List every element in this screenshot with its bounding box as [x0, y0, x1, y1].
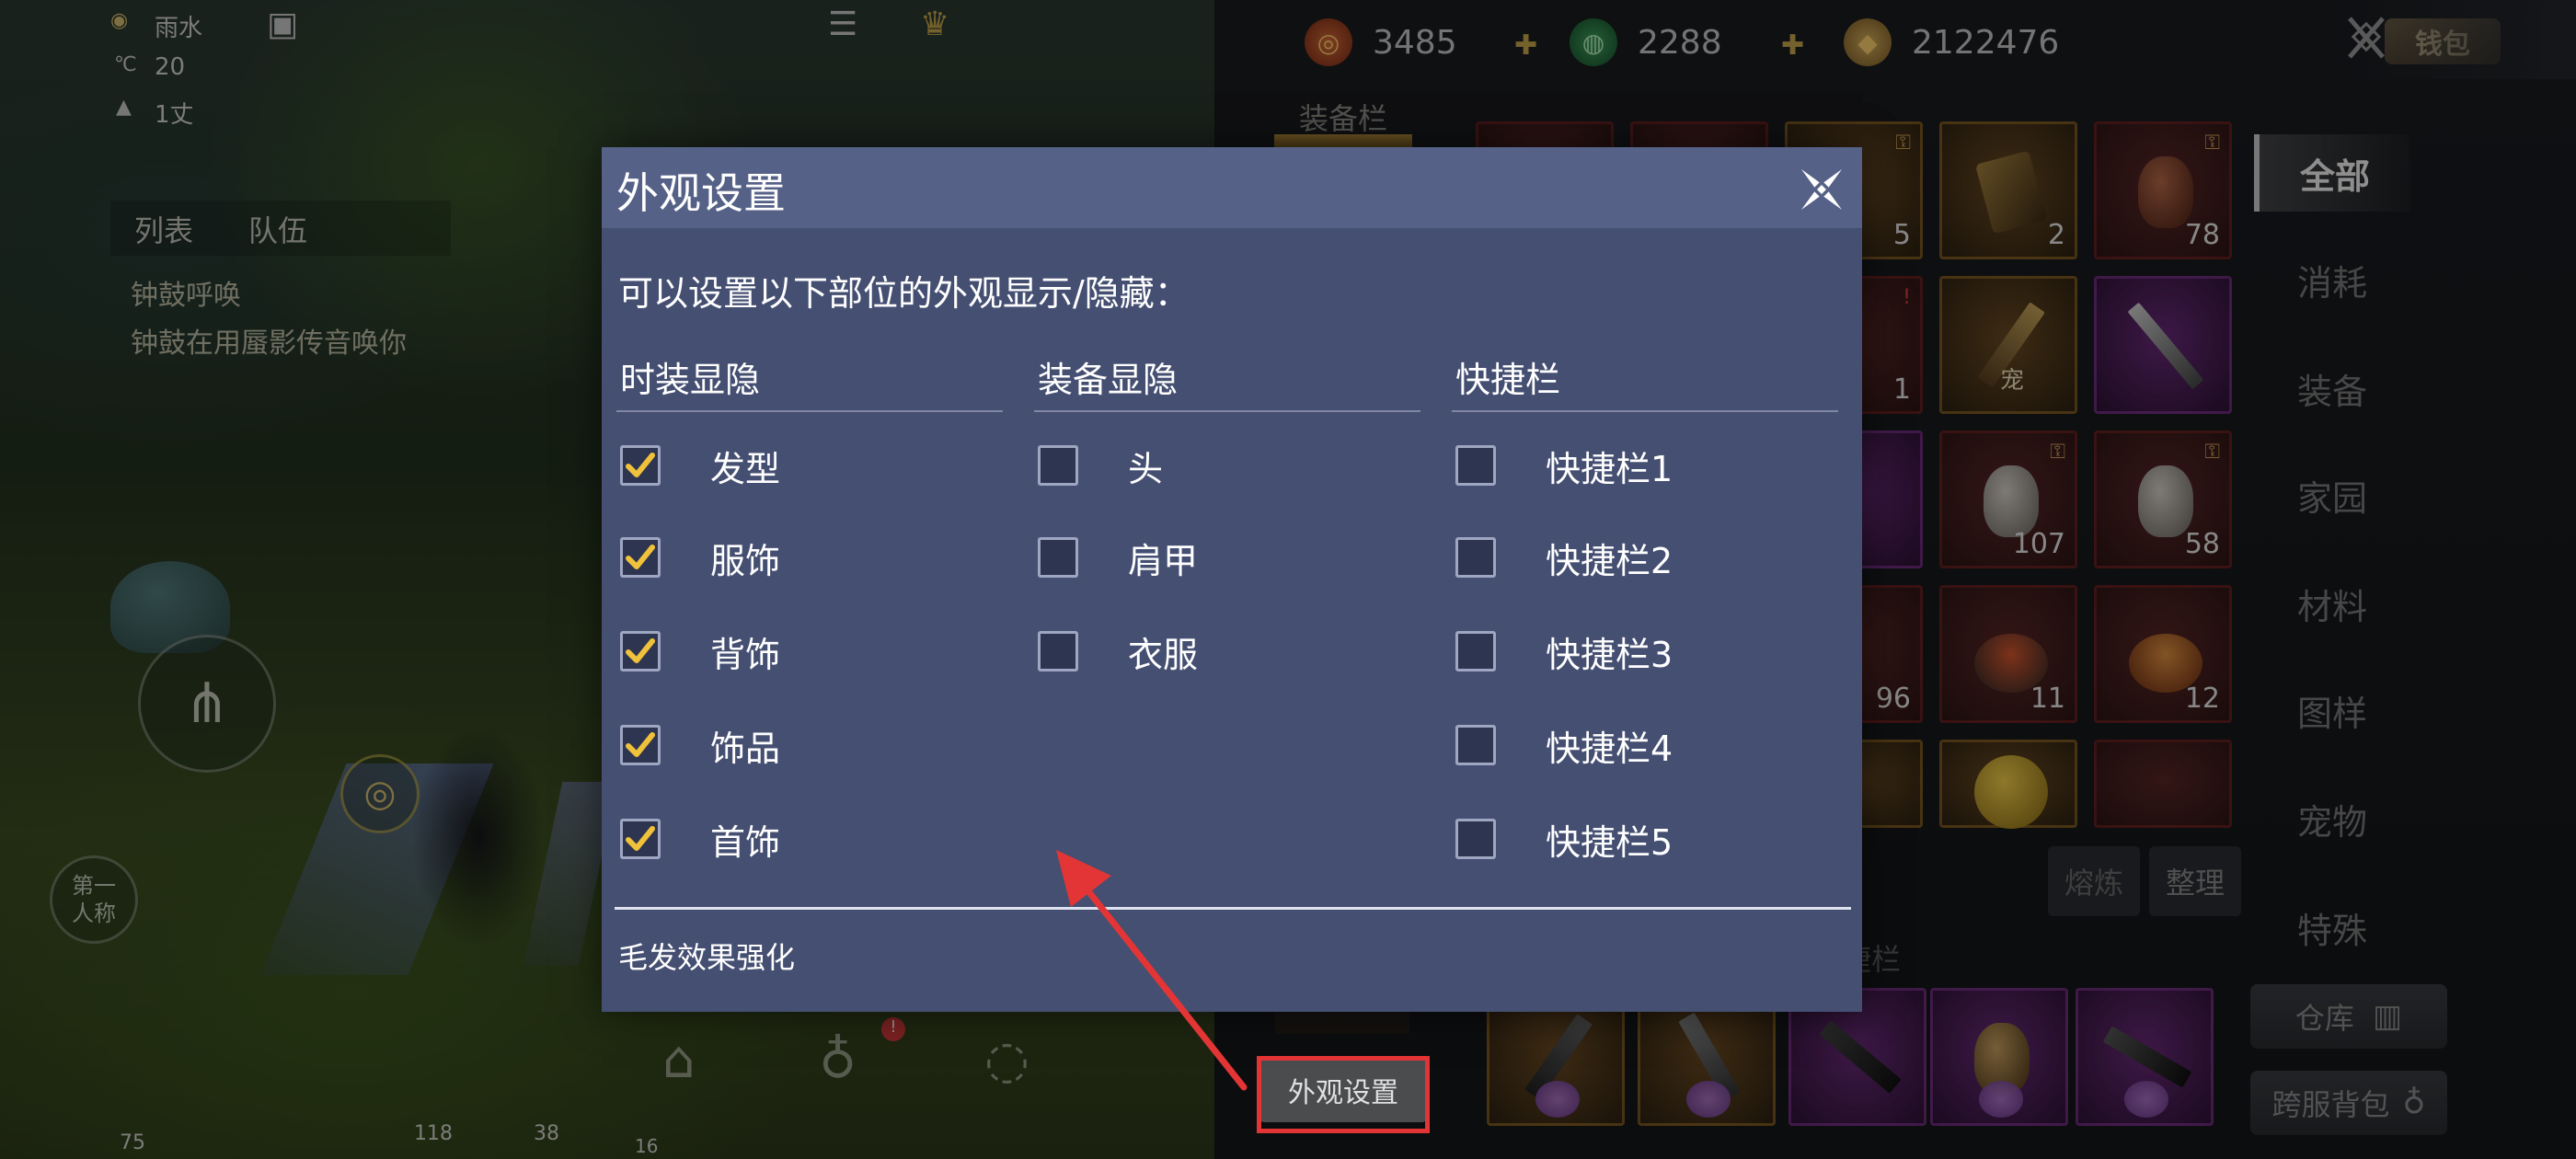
- option-label: 快捷栏3: [1546, 634, 1673, 675]
- column-divider: [1034, 410, 1420, 412]
- option-row[interactable]: 快捷栏2: [1455, 530, 1673, 585]
- highlight-frame: [1257, 1056, 1430, 1133]
- checkbox[interactable]: [1455, 537, 1496, 578]
- option-row[interactable]: 服饰: [620, 530, 780, 585]
- option-label: 快捷栏1: [1546, 448, 1673, 489]
- option-label: 发型: [710, 448, 781, 489]
- checkbox[interactable]: [620, 445, 661, 486]
- checkbox[interactable]: [1038, 445, 1078, 486]
- option-label: 快捷栏5: [1546, 821, 1673, 863]
- option-label: 首饰: [710, 821, 781, 863]
- checkbox[interactable]: [620, 725, 661, 765]
- column-divider: [616, 410, 1003, 412]
- option-row[interactable]: 快捷栏1: [1455, 438, 1673, 493]
- column-divider: [1452, 410, 1838, 412]
- checkbox[interactable]: [1038, 537, 1078, 578]
- red-arrow-icon: [1056, 850, 1248, 1091]
- option-label: 背饰: [710, 634, 781, 675]
- option-row[interactable]: 饰品: [620, 717, 780, 773]
- option-row[interactable]: 背饰: [620, 624, 780, 679]
- option-row[interactable]: 首饰: [620, 811, 780, 866]
- checkbox[interactable]: [1038, 631, 1078, 671]
- checkbox[interactable]: [1455, 819, 1496, 859]
- checkbox[interactable]: [1455, 631, 1496, 671]
- option-label: 衣服: [1128, 634, 1199, 675]
- option-row[interactable]: 快捷栏4: [1455, 717, 1673, 773]
- checkmark-icon: [626, 732, 655, 757]
- option-label: 快捷栏2: [1546, 540, 1673, 581]
- option-label: 肩甲: [1128, 540, 1199, 581]
- option-row[interactable]: 快捷栏5: [1455, 811, 1673, 866]
- checkmark-icon: [626, 545, 655, 569]
- option-label: 头: [1128, 448, 1164, 489]
- column-header-equipment: 装备显隐: [1038, 360, 1179, 400]
- option-row[interactable]: 衣服: [1038, 624, 1198, 679]
- checkbox[interactable]: [620, 537, 661, 578]
- checkbox[interactable]: [1455, 725, 1496, 765]
- checkbox[interactable]: [620, 819, 661, 859]
- checkmark-icon: [626, 638, 655, 663]
- checkbox[interactable]: [620, 631, 661, 671]
- checkmark-icon: [626, 453, 655, 477]
- option-row[interactable]: 快捷栏3: [1455, 624, 1673, 679]
- dialog-titlebar: [602, 147, 1862, 228]
- option-label: 饰品: [710, 728, 781, 769]
- column-header-costume: 时装显隐: [620, 360, 761, 400]
- option-label: 服饰: [710, 540, 781, 581]
- close-button[interactable]: [1788, 156, 1855, 223]
- dialog-title: 外观设置: [616, 168, 786, 218]
- checkbox[interactable]: [1455, 445, 1496, 486]
- dialog-description: 可以设置以下部位的外观显示/隐藏：: [618, 273, 1190, 314]
- option-row[interactable]: 发型: [620, 438, 780, 493]
- hair-effect-label[interactable]: 毛发效果强化: [618, 935, 795, 977]
- column-header-shortcut: 快捷栏: [1455, 360, 1561, 400]
- option-row[interactable]: 头: [1038, 438, 1163, 493]
- option-label: 快捷栏4: [1546, 728, 1673, 769]
- checkmark-icon: [626, 826, 655, 851]
- option-row[interactable]: 肩甲: [1038, 530, 1198, 585]
- close-x-icon: [1801, 169, 1842, 210]
